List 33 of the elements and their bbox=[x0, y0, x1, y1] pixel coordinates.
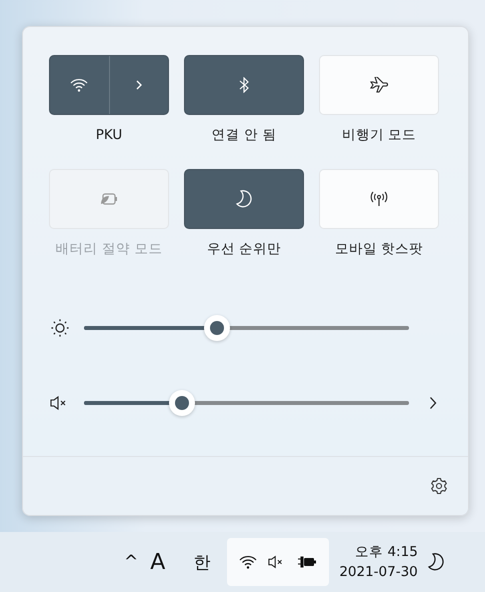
brightness-icon bbox=[49, 319, 71, 337]
moon-icon bbox=[236, 190, 252, 208]
tile-label: 연결 안 됨 bbox=[212, 127, 276, 143]
clock-date: 2021-07-30 bbox=[339, 563, 418, 582]
slider-thumb[interactable] bbox=[204, 315, 230, 341]
brightness-slider[interactable] bbox=[84, 315, 409, 341]
clock-time: 오후 4:15 bbox=[355, 543, 418, 562]
system-tray-button[interactable] bbox=[227, 538, 330, 586]
tile-label: 배터리 절약 모드 bbox=[56, 241, 162, 257]
ime-button[interactable]: 한 bbox=[193, 550, 210, 574]
tile-label: 우선 순위만 bbox=[206, 241, 282, 257]
slider-thumb[interactable] bbox=[168, 390, 194, 416]
moon-icon[interactable] bbox=[428, 553, 444, 571]
bluetooth-tile[interactable] bbox=[184, 55, 304, 115]
tile-label: PKU bbox=[96, 127, 122, 143]
tile-label: 비행기 모드 bbox=[342, 127, 416, 143]
input-mode-button[interactable]: A bbox=[150, 550, 166, 574]
antenna-icon bbox=[369, 191, 389, 207]
volume-slider[interactable] bbox=[84, 390, 409, 416]
bluetooth-icon bbox=[239, 77, 249, 93]
battery-charging-icon bbox=[297, 555, 318, 569]
focus-tile[interactable] bbox=[184, 169, 304, 229]
show-hidden-icons-button[interactable]: ^ bbox=[124, 552, 138, 572]
battery-leaf-icon bbox=[99, 192, 119, 206]
hotspot-tile[interactable] bbox=[319, 169, 439, 229]
wifi-icon bbox=[70, 78, 88, 92]
wifi-icon bbox=[239, 555, 258, 569]
wifi-tile[interactable] bbox=[49, 55, 169, 115]
chevron-right-icon[interactable] bbox=[429, 396, 437, 410]
settings-icon[interactable] bbox=[430, 477, 448, 495]
tile-label: 모바일 핫스팟 bbox=[334, 241, 424, 257]
airplane-tile[interactable] bbox=[319, 55, 439, 115]
airplane-icon bbox=[369, 77, 389, 93]
